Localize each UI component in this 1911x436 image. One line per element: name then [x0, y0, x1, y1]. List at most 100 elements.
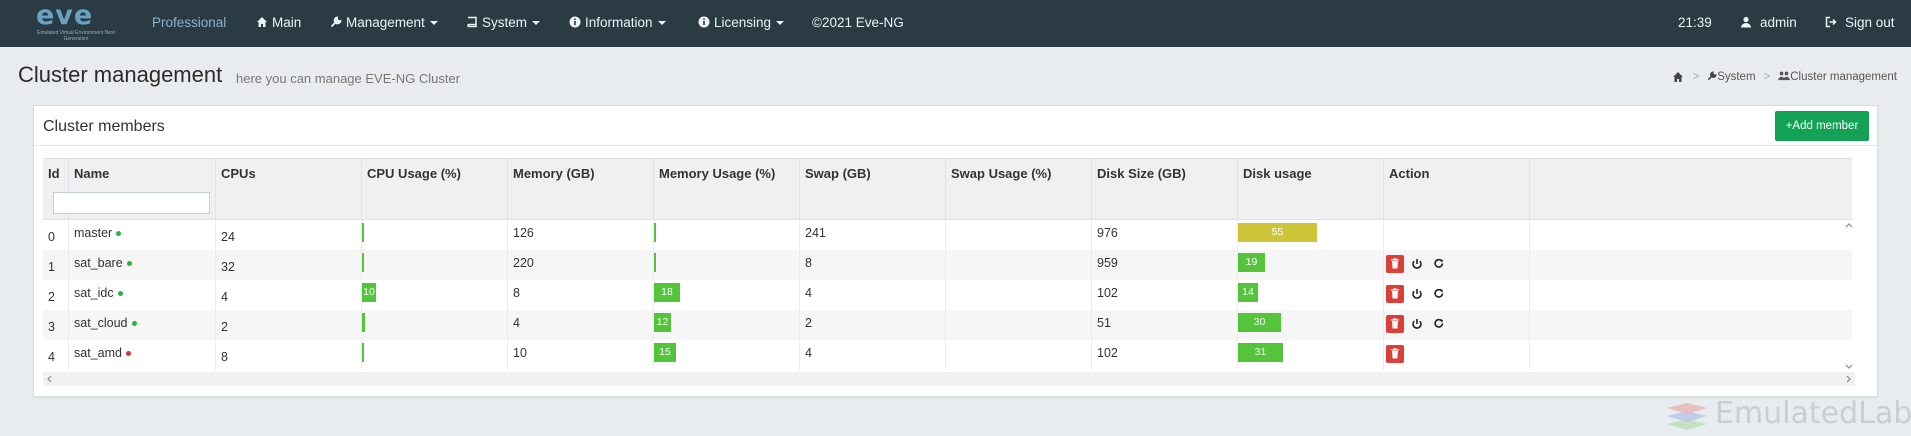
refresh-icon[interactable]	[1430, 285, 1448, 303]
cell-action	[1384, 310, 1530, 340]
breadcrumb-cluster[interactable]: Cluster management	[1778, 71, 1897, 83]
member-name: sat_cloud	[74, 316, 128, 330]
watermark-text: EmulatedLab	[1715, 396, 1911, 431]
cell-memory-usage: 12	[654, 310, 800, 340]
cpu-usage-bar	[362, 253, 364, 272]
column-header-cpus[interactable]: CPUs	[216, 159, 362, 219]
cell-memory: 126	[508, 220, 654, 250]
chevron-down-icon	[532, 21, 541, 26]
breadcrumb-system[interactable]: System	[1707, 71, 1756, 83]
column-header-cpu-usage[interactable]: CPU Usage (%)	[362, 159, 508, 219]
scroll-up-icon[interactable]	[1843, 220, 1855, 230]
member-name: master	[74, 226, 113, 240]
delete-icon[interactable]	[1386, 285, 1404, 303]
column-header-swap-usage[interactable]: Swap Usage (%)	[946, 159, 1092, 219]
cell-name: sat_amd	[69, 340, 216, 370]
user-icon	[1741, 16, 1751, 28]
column-header-memory[interactable]: Memory (GB)	[508, 159, 654, 219]
horizontal-scrollbar[interactable]	[43, 372, 1855, 386]
cell-cpus: 4	[216, 280, 362, 310]
nav-information[interactable]: Information	[569, 0, 666, 47]
wrench-icon	[1707, 71, 1717, 81]
brand-logo-text: eve	[36, 0, 94, 31]
home-icon[interactable]	[1672, 71, 1684, 83]
cell-cpus: 24	[216, 220, 362, 250]
cell-cpus: 32	[216, 250, 362, 280]
cell-disk-usage: 14	[1238, 280, 1384, 310]
cluster-members-panel: Cluster members +Add member Action Disk u…	[33, 105, 1878, 397]
refresh-icon[interactable]	[1430, 255, 1448, 273]
breadcrumb: > System > Cluster management	[1672, 71, 1897, 83]
brand-tagline: Emulated Virtual Environment Next Genera…	[37, 30, 115, 42]
disk-usage-bar: 19	[1238, 253, 1265, 272]
table-row[interactable]: 0 master 24 126 241 976 55	[43, 220, 1852, 250]
cell-id: 4	[43, 340, 69, 370]
memory-usage-bar: 12	[654, 313, 671, 332]
table-row[interactable]: 4 sat_amd 8 10 15 4 102 31	[43, 340, 1852, 370]
status-dot-online	[117, 291, 123, 297]
vertical-scrollbar[interactable]	[1843, 220, 1855, 372]
chevron-down-icon	[657, 21, 666, 26]
info-icon	[698, 16, 710, 28]
nav-professional[interactable]: Professional	[152, 0, 226, 47]
cpu-usage-bar	[362, 343, 364, 362]
nav-system[interactable]: System	[466, 0, 541, 47]
cell-disk-usage: 55	[1238, 220, 1384, 250]
cell-action	[1384, 250, 1530, 280]
page-title: Cluster management	[18, 62, 223, 87]
power-icon[interactable]	[1408, 315, 1426, 333]
nav-licensing[interactable]: Licensing	[698, 0, 785, 47]
delete-icon[interactable]	[1386, 345, 1404, 363]
delete-icon[interactable]	[1386, 255, 1404, 273]
column-header-swap[interactable]: Swap (GB)	[800, 159, 946, 219]
clock: 21:39	[1678, 15, 1712, 30]
cell-cpu-usage	[362, 220, 508, 250]
column-header-disk-usage[interactable]: Disk usage	[1238, 159, 1384, 219]
cell-disk-size: 976	[1092, 220, 1238, 250]
column-header-action[interactable]: Action	[1384, 159, 1530, 219]
user-menu[interactable]: admin	[1740, 0, 1797, 47]
scroll-right-icon[interactable]	[1843, 372, 1853, 386]
status-dot-online	[126, 261, 132, 267]
panel-header: Cluster members +Add member	[34, 106, 1877, 146]
cell-swap-usage	[946, 280, 1092, 310]
home-icon	[257, 17, 267, 27]
disk-usage-bar: 55	[1238, 223, 1317, 242]
status-dot-online	[116, 231, 122, 237]
info-icon	[569, 16, 581, 28]
cell-cpu-usage	[362, 250, 508, 280]
add-member-button[interactable]: +Add member	[1775, 111, 1869, 141]
cpu-usage-bar	[362, 313, 365, 332]
nav-main[interactable]: Main	[256, 0, 301, 47]
scroll-down-icon[interactable]	[1843, 362, 1855, 372]
memory-usage-bar: 15	[654, 343, 676, 362]
table-row[interactable]: 1 sat_bare 32 220 8 959 19	[43, 250, 1852, 280]
table-row[interactable]: 3 sat_cloud 2 4 12 2 51 30	[43, 310, 1852, 340]
table-row[interactable]: 2 sat_idc 4 10 8 18 4 102 14	[43, 280, 1852, 310]
column-header-disk-size[interactable]: Disk Size (GB)	[1092, 159, 1238, 219]
cell-disk-size: 102	[1092, 280, 1238, 310]
breadcrumb-separator: >	[1692, 71, 1700, 83]
cluster-table: Action Disk usage Disk Size (GB) Swap Usage…	[43, 158, 1852, 370]
sign-out-link[interactable]: Sign out	[1825, 0, 1895, 47]
power-icon[interactable]	[1408, 285, 1426, 303]
eve-logo[interactable]: eve Emulated Virtual Environment Next Ge…	[28, 2, 128, 44]
delete-icon[interactable]	[1386, 315, 1404, 333]
refresh-icon[interactable]	[1430, 315, 1448, 333]
cell-swap: 241	[800, 220, 946, 250]
cell-memory: 8	[508, 280, 654, 310]
cell-memory: 4	[508, 310, 654, 340]
power-icon[interactable]	[1408, 255, 1426, 273]
cell-id: 0	[43, 220, 69, 250]
emulatedlab-watermark: EmulatedLab	[1665, 392, 1911, 432]
cell-name: sat_idc	[69, 280, 216, 310]
cell-swap: 4	[800, 340, 946, 370]
nav-management[interactable]: Management	[330, 0, 438, 47]
memory-usage-bar: 18	[654, 283, 680, 302]
cell-disk-usage: 19	[1238, 250, 1384, 280]
name-filter-input[interactable]	[53, 192, 210, 214]
column-header-memory-usage[interactable]: Memory Usage (%)	[654, 159, 800, 219]
cell-memory-usage: 18	[654, 280, 800, 310]
cell-name: master	[69, 220, 216, 250]
scroll-left-icon[interactable]	[45, 372, 55, 386]
